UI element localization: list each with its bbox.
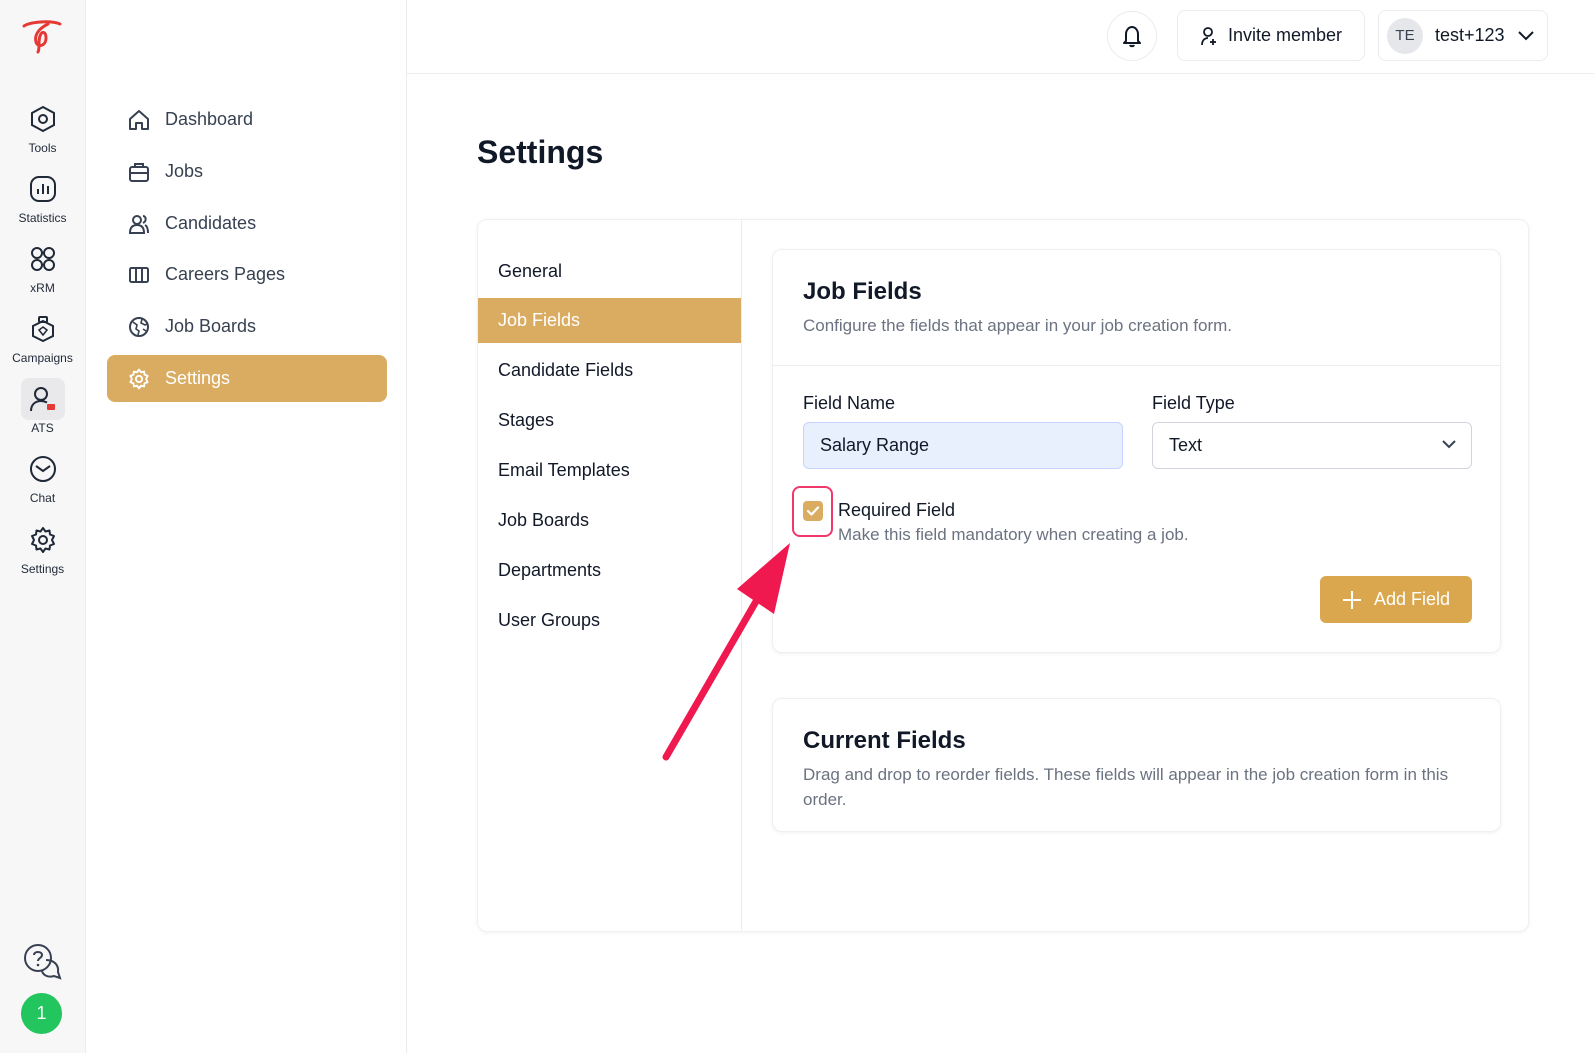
app: Tools Statistics xRM Campaigns ATS Chat …: [0, 0, 1594, 1053]
tab-departments[interactable]: Departments: [478, 548, 741, 593]
check-icon: [806, 506, 820, 516]
sidebar-item-label: Jobs: [165, 161, 204, 181]
required-field-checkbox[interactable]: [803, 501, 823, 521]
panel-description: Drag and drop to reorder fields. These f…: [803, 765, 1449, 809]
chevron-down-icon: [1442, 440, 1456, 449]
rail-item-xrm[interactable]: xRM: [0, 238, 85, 300]
rail-item-tools[interactable]: Tools: [0, 98, 85, 160]
sidebar-item-label: Careers Pages: [165, 264, 286, 284]
users-icon: [127, 212, 151, 236]
rail-label: Chat: [29, 491, 56, 505]
invite-member-label: Invite member: [1227, 25, 1343, 45]
job-fields-panel: Job Fields Configure the fields that app…: [772, 249, 1501, 653]
tab-candidate-fields[interactable]: Candidate Fields: [478, 348, 741, 393]
sidebar-item-candidates[interactable]: Candidates: [107, 200, 387, 247]
field-name-label: Field Name: [803, 393, 896, 413]
rail-label: Statistics: [18, 211, 67, 225]
add-field-label: Add Field: [1373, 589, 1451, 609]
rail-item-campaigns[interactable]: Campaigns: [0, 308, 85, 370]
briefcase-icon: [127, 160, 151, 184]
notification-count-badge[interactable]: 1: [21, 993, 62, 1034]
rail-label: ATS: [31, 421, 54, 435]
help-chat-icon[interactable]: [22, 942, 62, 982]
invite-member-button[interactable]: Invite member: [1177, 10, 1365, 61]
sidebar-nav: Dashboard Jobs Candidates Careers Pages …: [86, 0, 407, 1053]
gear-icon: [21, 519, 65, 561]
sidebar-item-label: Job Boards: [165, 316, 257, 336]
brand-logo-icon[interactable]: [20, 18, 64, 54]
avatar: TE: [1387, 17, 1423, 54]
sidebar-item-dashboard[interactable]: Dashboard: [107, 96, 387, 143]
panel-header: Current Fields Drag and drop to reorder …: [773, 699, 1500, 838]
settings-menu: General Job Fields Candidate Fields Stag…: [478, 220, 742, 931]
app-rail: Tools Statistics xRM Campaigns ATS Chat …: [0, 0, 86, 1053]
rail-item-chat[interactable]: Chat: [0, 448, 85, 510]
home-icon: [127, 108, 151, 132]
rail-label: xRM: [30, 281, 55, 295]
panel-description: Configure the fields that appear in your…: [803, 316, 1233, 335]
gear-icon: [127, 367, 151, 391]
field-type-label: Field Type: [1152, 393, 1235, 413]
required-field-description: Make this field mandatory when creating …: [838, 525, 1189, 544]
rail-item-settings[interactable]: Settings: [0, 519, 85, 581]
tab-user-groups[interactable]: User Groups: [478, 598, 741, 643]
rail-label: Tools: [28, 141, 57, 155]
sidebar-item-job-boards[interactable]: Job Boards: [107, 303, 387, 350]
mail-icon: [21, 448, 65, 490]
plus-icon: [1342, 590, 1361, 609]
panel-title: Current Fields: [803, 727, 966, 754]
field-name-input[interactable]: [803, 422, 1123, 469]
panel-header: Job Fields Configure the fields that app…: [773, 250, 1500, 366]
settings-card: General Job Fields Candidate Fields Stag…: [477, 219, 1529, 932]
user-menu[interactable]: TE test+123: [1378, 10, 1548, 61]
user-plus-icon: [1201, 26, 1216, 45]
required-field-title: Required Field: [838, 500, 956, 520]
sidebar-item-label: Settings: [165, 368, 231, 388]
statistics-icon: [21, 168, 65, 210]
sidebar-item-careers-pages[interactable]: Careers Pages: [107, 251, 387, 298]
field-type-value: Text: [1169, 435, 1203, 455]
add-field-button[interactable]: Add Field: [1320, 576, 1472, 623]
globe-icon: [127, 315, 151, 339]
current-fields-panel: Current Fields Drag and drop to reorder …: [772, 698, 1501, 832]
rail-item-statistics[interactable]: Statistics: [0, 168, 85, 230]
panel-title: Job Fields: [803, 278, 922, 305]
tab-job-boards[interactable]: Job Boards: [478, 498, 741, 543]
user-icon: [20, 378, 65, 420]
field-type-select[interactable]: Text: [1152, 422, 1472, 469]
sidebar-item-label: Dashboard: [165, 109, 254, 129]
rail-label: Settings: [20, 562, 65, 576]
bell-icon: [1123, 26, 1141, 48]
sidebar-item-label: Candidates: [165, 213, 257, 233]
grid-icon: [21, 238, 65, 280]
rail-label: Campaigns: [12, 351, 73, 365]
columns-icon: [127, 263, 151, 287]
page-title: Settings: [477, 134, 604, 170]
sidebar-item-settings[interactable]: Settings: [107, 355, 387, 402]
rail-item-ats[interactable]: ATS: [0, 378, 85, 440]
username: test+123: [1435, 25, 1505, 45]
tab-general[interactable]: General: [478, 249, 741, 294]
hexagon-icon: [21, 98, 65, 140]
tab-stages[interactable]: Stages: [478, 398, 741, 443]
top-bar: Invite member TE test+123: [407, 0, 1594, 74]
notifications-button[interactable]: [1107, 11, 1157, 61]
campaigns-icon: [21, 308, 65, 350]
tab-email-templates[interactable]: Email Templates: [478, 448, 741, 493]
sidebar-item-jobs[interactable]: Jobs: [107, 148, 387, 195]
tab-job-fields[interactable]: Job Fields: [478, 298, 741, 343]
chevron-down-icon: [1517, 30, 1534, 40]
